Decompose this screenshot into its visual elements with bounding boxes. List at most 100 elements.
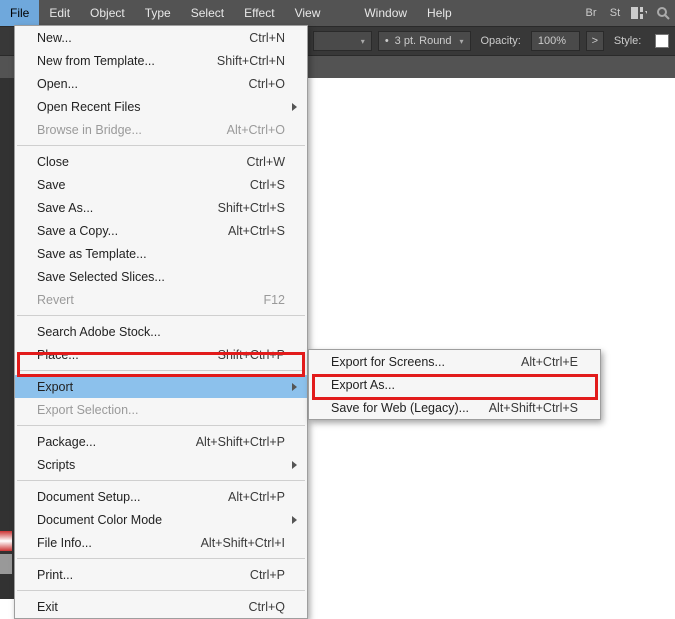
menu-item-label: New...	[37, 31, 249, 45]
menu-item-label: Export for Screens...	[331, 355, 521, 369]
menu-item-shortcut: Alt+Ctrl+O	[227, 123, 285, 137]
file-menu-item-open-recent-files[interactable]: Open Recent Files	[15, 95, 307, 118]
file-menu-separator	[17, 480, 305, 481]
file-menu-item-save[interactable]: SaveCtrl+S	[15, 173, 307, 196]
menubar: FileEditObjectTypeSelectEffectView Window…	[0, 0, 675, 26]
menu-item-shortcut: Shift+Ctrl+P	[218, 348, 285, 362]
tool-swatch-a[interactable]	[0, 531, 12, 551]
menu-item-shortcut: Alt+Ctrl+E	[521, 355, 578, 369]
style-swatch[interactable]	[655, 34, 669, 48]
opacity-more-button[interactable]: >	[586, 31, 604, 51]
menu-view[interactable]: View	[285, 0, 331, 26]
file-menu: New...Ctrl+NNew from Template...Shift+Ct…	[14, 25, 308, 619]
menu-item-label: Export	[37, 380, 285, 394]
menu-item-shortcut: Ctrl+W	[246, 155, 285, 169]
menu-help[interactable]: Help	[417, 0, 462, 26]
menu-item-shortcut: Alt+Ctrl+S	[228, 224, 285, 238]
file-menu-item-save-as-template[interactable]: Save as Template...	[15, 242, 307, 265]
menu-window[interactable]: Window	[354, 0, 417, 26]
file-menu-item-save-as[interactable]: Save As...Shift+Ctrl+S	[15, 196, 307, 219]
menu-item-label: Revert	[37, 293, 263, 307]
menu-item-label: Export Selection...	[37, 403, 285, 417]
file-menu-item-scripts[interactable]: Scripts	[15, 453, 307, 476]
menu-item-label: Exit	[37, 600, 249, 614]
menu-item-label: Browse in Bridge...	[37, 123, 227, 137]
file-menu-item-document-setup[interactable]: Document Setup...Alt+Ctrl+P	[15, 485, 307, 508]
file-menu-separator	[17, 425, 305, 426]
file-menu-item-print[interactable]: Print...Ctrl+P	[15, 563, 307, 586]
menu-item-shortcut: Shift+Ctrl+S	[218, 201, 285, 215]
file-menu-item-browse-in-bridge: Browse in Bridge...Alt+Ctrl+O	[15, 118, 307, 141]
export-menu-item-export-for-screens[interactable]: Export for Screens...Alt+Ctrl+E	[309, 350, 600, 373]
menu-item-label: Package...	[37, 435, 196, 449]
menu-item-shortcut: Alt+Shift+Ctrl+I	[201, 536, 285, 550]
menu-item-shortcut: Ctrl+O	[249, 77, 285, 91]
menu-item-label: Print...	[37, 568, 250, 582]
menu-item-label: Save	[37, 178, 250, 192]
menu-item-label: File Info...	[37, 536, 201, 550]
menu-object[interactable]: Object	[80, 0, 135, 26]
menu-item-label: Save as Template...	[37, 247, 285, 261]
menu-item-label: Open Recent Files	[37, 100, 285, 114]
file-menu-item-close[interactable]: CloseCtrl+W	[15, 150, 307, 173]
file-menu-separator	[17, 558, 305, 559]
menu-item-label: New from Template...	[37, 54, 217, 68]
file-menu-item-revert: RevertF12	[15, 288, 307, 311]
file-menu-item-new-from-template[interactable]: New from Template...Shift+Ctrl+N	[15, 49, 307, 72]
file-menu-item-exit[interactable]: ExitCtrl+Q	[15, 595, 307, 618]
menu-type[interactable]: Type	[135, 0, 181, 26]
file-menu-item-document-color-mode[interactable]: Document Color Mode	[15, 508, 307, 531]
menu-item-shortcut: Ctrl+Q	[249, 600, 285, 614]
menu-select[interactable]: Select	[181, 0, 234, 26]
menu-item-label: Document Color Mode	[37, 513, 285, 527]
file-menu-separator	[17, 315, 305, 316]
menu-edit[interactable]: Edit	[39, 0, 80, 26]
menu-item-shortcut: Alt+Ctrl+P	[228, 490, 285, 504]
file-menu-separator	[17, 145, 305, 146]
menu-item-shortcut: F12	[263, 293, 285, 307]
toolbar-dropdown[interactable]: ▾	[313, 31, 372, 51]
style-label: Style:	[610, 35, 646, 47]
menu-item-label: Save a Copy...	[37, 224, 228, 238]
file-menu-item-search-adobe-stock[interactable]: Search Adobe Stock...	[15, 320, 307, 343]
file-menu-item-package[interactable]: Package...Alt+Shift+Ctrl+P	[15, 430, 307, 453]
file-menu-item-export-selection: Export Selection...	[15, 398, 307, 421]
tool-swatch-b[interactable]	[0, 554, 12, 574]
menu-item-label: Place...	[37, 348, 218, 362]
menu-item-label: Search Adobe Stock...	[37, 325, 285, 339]
menu-item-label: Save As...	[37, 201, 218, 215]
menu-item-shortcut: Alt+Shift+Ctrl+P	[196, 435, 285, 449]
export-submenu: Export for Screens...Alt+Ctrl+E Export As…	[308, 349, 601, 420]
file-menu-separator	[17, 370, 305, 371]
menu-item-label: Open...	[37, 77, 249, 91]
file-menu-item-open[interactable]: Open...Ctrl+O	[15, 72, 307, 95]
file-menu-item-export[interactable]: Export	[15, 375, 307, 398]
menu-item-shortcut: Ctrl+P	[250, 568, 285, 582]
file-menu-item-file-info[interactable]: File Info...Alt+Shift+Ctrl+I	[15, 531, 307, 554]
menu-item-label: Save for Web (Legacy)...	[331, 401, 489, 415]
menu-item-label: Export As...	[331, 378, 578, 392]
menu-item-shortcut: Ctrl+S	[250, 178, 285, 192]
export-menu-item-save-for-web-legacy[interactable]: Save for Web (Legacy)...Alt+Shift+Ctrl+S	[309, 396, 600, 419]
file-menu-separator	[17, 590, 305, 591]
menu-item-label: Document Setup...	[37, 490, 228, 504]
stroke-profile-dropdown[interactable]: •3 pt. Round▾	[378, 31, 471, 51]
menu-item-shortcut: Alt+Shift+Ctrl+S	[489, 401, 578, 415]
file-menu-item-save-a-copy[interactable]: Save a Copy...Alt+Ctrl+S	[15, 219, 307, 242]
tools-panel-edge	[0, 78, 14, 599]
menu-item-label: Scripts	[37, 458, 285, 472]
file-menu-item-new[interactable]: New...Ctrl+N	[15, 26, 307, 49]
stock-icon[interactable]: St	[603, 0, 627, 26]
menu-effect[interactable]: Effect	[234, 0, 284, 26]
search-icon[interactable]	[651, 0, 675, 26]
file-menu-item-save-selected-slices[interactable]: Save Selected Slices...	[15, 265, 307, 288]
opacity-input[interactable]: 100%	[531, 31, 580, 51]
menu-item-label: Close	[37, 155, 246, 169]
export-menu-item-export-as[interactable]: Export As...	[309, 373, 600, 396]
bridge-icon[interactable]: Br	[579, 0, 603, 26]
workspace-switcher-icon[interactable]	[627, 0, 651, 26]
file-menu-item-place[interactable]: Place...Shift+Ctrl+P	[15, 343, 307, 366]
menu-item-shortcut: Ctrl+N	[249, 31, 285, 45]
menu-item-shortcut: Shift+Ctrl+N	[217, 54, 285, 68]
menu-file[interactable]: File	[0, 0, 39, 26]
